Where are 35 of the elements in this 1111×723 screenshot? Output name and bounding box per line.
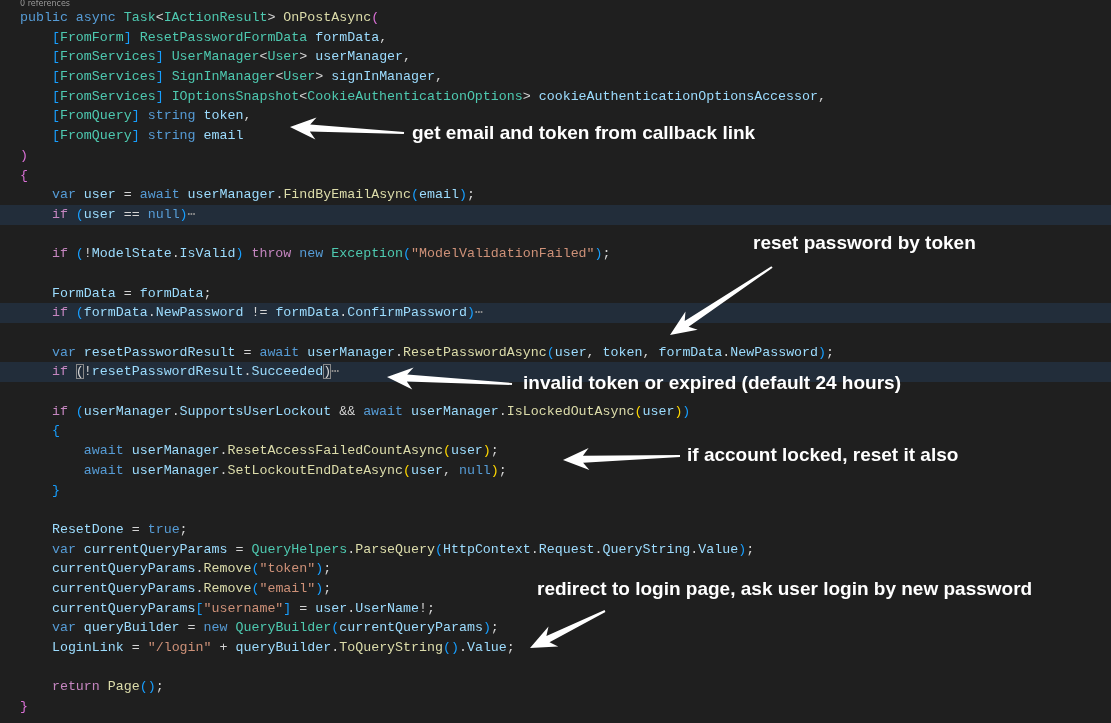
annotation-text: invalid token or expired (default 24 hours) — [523, 371, 901, 395]
code-line: ResetDone = true; — [50, 521, 188, 537]
annotation-text: if account locked, reset it also — [687, 443, 959, 467]
code-line: if (user == null)⋯ — [50, 206, 196, 222]
code-line: var currentQueryParams = QueryHelpers.ParseQuery(HttpContext.Request.QueryString.Value); — [50, 541, 755, 557]
code-line: [FromServices] UserManager<User> userManager, — [50, 49, 412, 65]
code-line: currentQueryParams["username"] = user.UserName!; — [50, 600, 435, 616]
code-line: public async Task<IActionResult> OnPostAsync( — [20, 10, 380, 25]
references-count[interactable]: 0 references — [0, 0, 1111, 8]
code-line: return Page(); — [50, 679, 164, 695]
code-line: var queryBuilder = new QueryBuilder(currentQueryParams); — [50, 620, 499, 636]
code-line: [FromServices] SignInManager<User> signInManager, — [50, 69, 443, 85]
code-line: [FromForm] ResetPasswordFormData formData, — [50, 29, 388, 45]
code-line: { — [50, 423, 60, 439]
code-line: var resetPasswordResult = await userManager.ResetPasswordAsync(user, token, formData.NewPassword); — [50, 344, 835, 360]
code-line: [FromQuery] string email — [50, 128, 244, 144]
code-line: await userManager.SetLockoutEndDateAsync(user, null); — [82, 462, 507, 478]
code-line: { — [20, 167, 28, 183]
code-line: currentQueryParams.Remove("email"); — [50, 580, 332, 596]
code-line: } — [50, 482, 60, 498]
code-line: var user = await userManager.FindByEmailAsync(email); — [50, 187, 475, 203]
code-line: if (userManager.SupportsUserLockout && await userManager.IsLockedOutAsync(user)) — [50, 403, 691, 419]
code-line: } — [20, 699, 28, 715]
annotation-text: get email and token from callback link — [412, 121, 756, 145]
code-line: ) — [20, 147, 28, 163]
annotation-text: redirect to login page, ask user login by new password — [537, 577, 1033, 601]
annotation-text: reset password by token — [753, 231, 976, 255]
code-line: if (formData.NewPassword != formData.ConfirmPassword)⋯ — [50, 305, 483, 321]
code-line: await userManager.ResetAccessFailedCountAsync(user); — [82, 443, 499, 459]
code-line: [FromServices] IOptionsSnapshot<CookieAuthenticationOptions> cookieAuthenticationOptionsAccessor, — [50, 88, 826, 104]
code-line: [FromQuery] string token, — [50, 108, 252, 124]
code-line: FormData = formData; — [50, 285, 212, 301]
code-line: if (!ModelState.IsValid) throw new Exception("ModelValidationFailed"); — [50, 246, 611, 262]
code-line: LoginLink = "/login" + queryBuilder.ToQueryString().Value; — [50, 640, 515, 655]
code-line: currentQueryParams.Remove("token"); — [50, 561, 332, 577]
